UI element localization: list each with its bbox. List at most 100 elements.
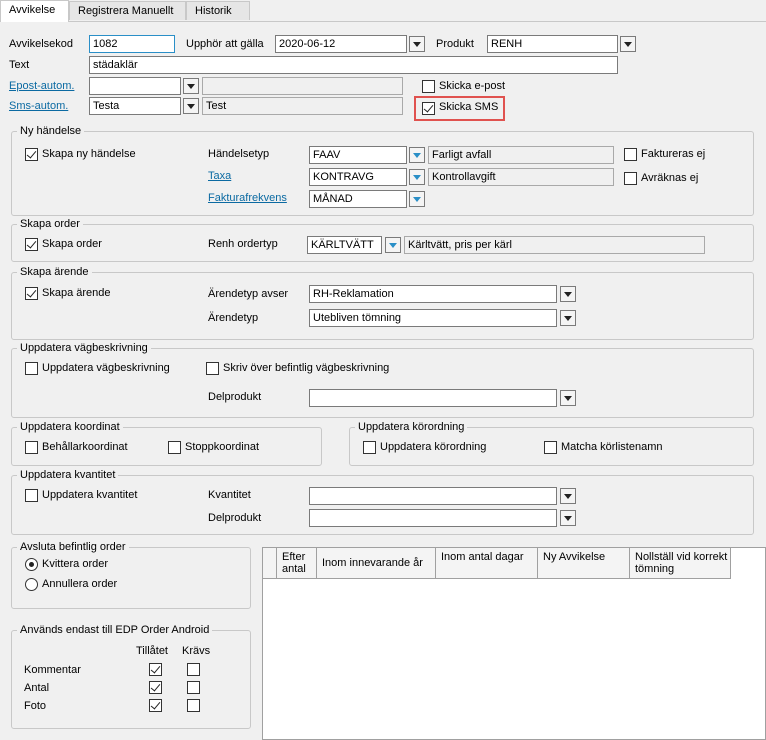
renh-ordertyp-dropdown-button[interactable] <box>385 237 401 253</box>
edp-group <box>11 630 251 729</box>
arendetyp-avser-dropdown-button[interactable] <box>560 286 576 302</box>
vagbeskrivning-group <box>11 348 754 418</box>
text-label: Text <box>9 59 30 71</box>
tab-historik[interactable]: Historik <box>186 1 250 20</box>
foto-kravs-checkbox[interactable] <box>187 699 200 712</box>
arendetyp-avser-label: Ärendetyp avser <box>208 288 289 300</box>
taxa-link[interactable]: Taxa <box>208 170 231 183</box>
stoppkoordinat-label: Stoppkoordinat <box>185 441 259 453</box>
skapa-arende-title: Skapa ärende <box>17 266 92 279</box>
grid-col-nollstall[interactable]: Nollställ vid korrekt tömning <box>630 548 731 579</box>
taxa-dropdown-button[interactable] <box>409 169 425 185</box>
skapa-arende-checkbox[interactable] <box>25 287 38 300</box>
tab-avvikelse[interactable]: Avvikelse <box>0 0 69 22</box>
antal-tillatet-checkbox[interactable] <box>149 681 162 694</box>
text-field[interactable]: städaklär <box>89 56 618 74</box>
avvikelsekod-field[interactable]: 1082 <box>89 35 175 53</box>
renh-ordertyp-label: Renh ordertyp <box>208 238 278 250</box>
kvantitet-dropdown-button[interactable] <box>560 488 576 504</box>
fakturafrekvens-dropdown-button[interactable] <box>409 191 425 207</box>
matcha-korlistenamn-checkbox[interactable] <box>544 441 557 454</box>
grid-col-inom-antal-dagar[interactable]: Inom antal dagar <box>436 548 538 579</box>
uppdatera-korordning-checkbox[interactable] <box>363 441 376 454</box>
antal-kravs-checkbox[interactable] <box>187 681 200 694</box>
ny-handelse-title: Ny händelse <box>17 125 85 138</box>
edp-row-label: Kommentar <box>24 664 81 676</box>
epost-autom-field[interactable] <box>89 77 181 95</box>
skapa-order-title: Skapa order <box>17 218 83 231</box>
kvant-delprodukt-field[interactable] <box>309 509 557 527</box>
grid-col-inom-innevarande-ar[interactable]: Inom innevarande år <box>317 548 436 579</box>
renh-ordertyp-field[interactable]: KÄRLTVÄTT <box>307 236 382 254</box>
produkt-field[interactable]: RENH <box>487 35 618 53</box>
kvantitet-label: Kvantitet <box>208 489 251 501</box>
kvittera-order-label: Kvittera order <box>42 558 109 570</box>
skicka-sms-checkbox[interactable] <box>422 102 435 115</box>
skapa-arende-group <box>11 272 754 340</box>
uppdatera-vagbeskrivning-checkbox[interactable] <box>25 362 38 375</box>
taxa-field[interactable]: KONTRAVG <box>309 168 407 186</box>
kvant-delprodukt-dropdown-button[interactable] <box>560 510 576 526</box>
epost-description <box>202 77 403 95</box>
epost-dropdown-button[interactable] <box>183 78 199 94</box>
fakturafrekvens-field[interactable]: MÅNAD <box>309 190 407 208</box>
produkt-dropdown-button[interactable] <box>620 36 636 52</box>
uppdatera-kvantitet-checkbox[interactable] <box>25 489 38 502</box>
behallarkoordinat-checkbox[interactable] <box>25 441 38 454</box>
handelsetyp-label: Händelsetyp <box>208 148 270 160</box>
arendetyp-avser-field[interactable]: RH-Reklamation <box>309 285 557 303</box>
annullera-order-radio[interactable] <box>25 578 38 591</box>
sms-dropdown-button[interactable] <box>183 98 199 114</box>
edp-row-label: Foto <box>24 700 47 712</box>
avvikelse-rules-grid[interactable]: Efter antal Inom innevarande år Inom ant… <box>262 547 766 740</box>
renh-ordertyp-description: Kärltvätt, pris per kärl <box>404 236 705 254</box>
upphor-field[interactable]: 2020-06-12 <box>275 35 407 53</box>
avraknas-ej-label: Avräknas ej <box>641 172 699 184</box>
kommentar-kravs-checkbox[interactable] <box>187 663 200 676</box>
fakturafrekvens-link[interactable]: Fakturafrekvens <box>208 192 287 205</box>
sms-autom-link[interactable]: Sms-autom. <box>9 100 68 113</box>
edp-col-tillatet: Tillåtet <box>136 645 168 657</box>
avraknas-ej-checkbox[interactable] <box>624 172 637 185</box>
vagbeskrivning-title: Uppdatera vägbeskrivning <box>17 342 151 355</box>
grid-col-ny-avvikelse[interactable]: Ny Avvikelse <box>538 548 630 579</box>
edp-col-kravs: Krävs <box>182 645 211 657</box>
skapa-ny-handelse-label: Skapa ny händelse <box>42 148 136 160</box>
stoppkoordinat-checkbox[interactable] <box>168 441 181 454</box>
skicka-epost-label: Skicka e-post <box>439 80 506 92</box>
skriv-over-label: Skriv över befintlig vägbeskrivning <box>223 362 390 374</box>
uppdatera-vagbeskrivning-label: Uppdatera vägbeskrivning <box>42 362 170 374</box>
arendetyp-field[interactable]: Utebliven tömning <box>309 309 557 327</box>
skriv-over-checkbox[interactable] <box>206 362 219 375</box>
produkt-label: Produkt <box>436 38 474 50</box>
epost-autom-link[interactable]: Epost-autom. <box>9 80 74 93</box>
kvittera-order-radio[interactable] <box>25 558 38 571</box>
behallarkoordinat-label: Behållarkoordinat <box>42 441 128 453</box>
handelsetyp-field[interactable]: FAAV <box>309 146 407 164</box>
tab-registrera-manuellt[interactable]: Registrera Manuellt <box>69 1 186 20</box>
skicka-epost-checkbox[interactable] <box>422 80 435 93</box>
handelsetyp-dropdown-button[interactable] <box>409 147 425 163</box>
faktureras-ej-label: Faktureras ej <box>641 148 706 160</box>
vag-delprodukt-field[interactable] <box>309 389 557 407</box>
foto-tillatet-checkbox[interactable] <box>149 699 162 712</box>
annullera-order-label: Annullera order <box>42 578 118 590</box>
arendetyp-label: Ärendetyp <box>208 312 259 324</box>
skapa-arende-label: Skapa ärende <box>42 287 111 299</box>
skicka-sms-label: Skicka SMS <box>439 101 499 113</box>
grid-col-efter-antal[interactable]: Efter antal <box>277 548 317 579</box>
kvant-delprodukt-label: Delprodukt <box>208 512 262 524</box>
arendetyp-dropdown-button[interactable] <box>560 310 576 326</box>
kommentar-tillatet-checkbox[interactable] <box>149 663 162 676</box>
upphor-dropdown-button[interactable] <box>409 36 425 52</box>
kvantitet-field[interactable] <box>309 487 557 505</box>
sms-autom-field[interactable]: Testa <box>89 97 181 115</box>
skapa-order-label: Skapa order <box>42 238 102 250</box>
skapa-ny-handelse-checkbox[interactable] <box>25 148 38 161</box>
sms-description: Test <box>202 97 403 115</box>
faktureras-ej-checkbox[interactable] <box>624 148 637 161</box>
vag-delprodukt-dropdown-button[interactable] <box>560 390 576 406</box>
koordinat-title: Uppdatera koordinat <box>17 421 123 434</box>
skapa-order-checkbox[interactable] <box>25 238 38 251</box>
uppdatera-korordning-label: Uppdatera körordning <box>380 441 487 453</box>
